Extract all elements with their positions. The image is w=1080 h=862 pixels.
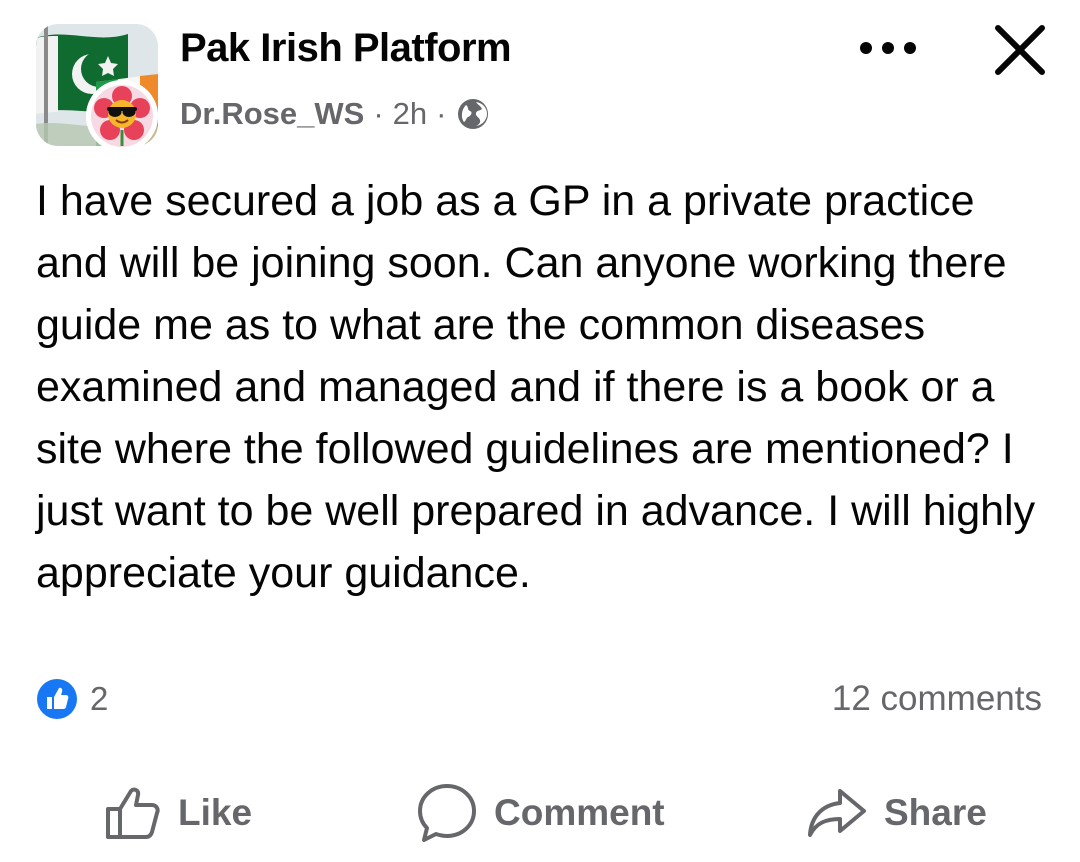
share-arrow-icon — [808, 789, 866, 837]
like-reaction-icon — [37, 679, 77, 719]
comment-bubble-icon — [418, 784, 476, 842]
more-options-button[interactable] — [855, 30, 921, 66]
post-body-text: I have secured a job as a GP in a privat… — [36, 177, 1036, 597]
post-card: Pak Irish Platform Dr.Rose_WS · 2h · I h… — [0, 0, 1080, 862]
comment-button[interactable]: Comment — [416, 780, 665, 846]
share-label: Share — [884, 792, 987, 833]
group-name[interactable]: Pak Irish Platform — [180, 26, 512, 71]
more-horizontal-icon — [860, 42, 916, 54]
author-name[interactable]: Dr.Rose_WS — [180, 96, 364, 132]
post-time[interactable]: 2h — [393, 96, 427, 132]
thumbs-up-icon — [106, 787, 160, 839]
flower-sunglasses-avatar — [86, 80, 158, 152]
close-button[interactable] — [988, 18, 1052, 82]
reaction-summary[interactable]: 2 — [36, 676, 108, 722]
close-icon — [995, 25, 1045, 75]
comment-count-link[interactable]: 12 comments — [832, 676, 1042, 722]
meta-separator: · — [436, 96, 447, 131]
reaction-count: 2 — [90, 680, 109, 717]
like-button[interactable]: Like — [104, 780, 252, 846]
post-meta: Dr.Rose_WS · 2h · — [180, 94, 489, 134]
share-button[interactable]: Share — [806, 780, 987, 846]
meta-separator: · — [373, 96, 384, 131]
globe-icon — [457, 98, 489, 130]
like-label: Like — [178, 792, 253, 833]
user-avatar[interactable] — [86, 80, 158, 152]
comment-label: Comment — [494, 792, 665, 833]
action-bar: Like Comment Share — [0, 780, 1080, 846]
